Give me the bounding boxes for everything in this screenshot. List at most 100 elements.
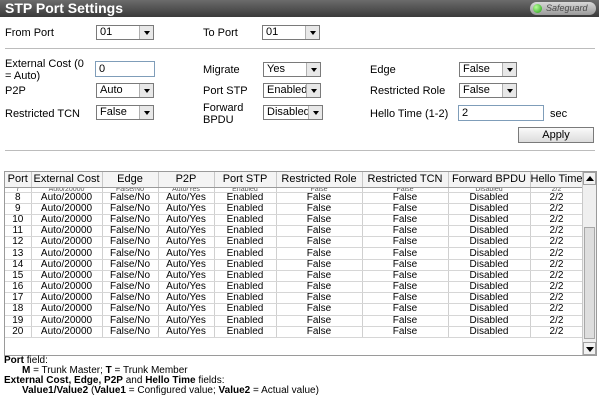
table-cell: 2/2 [530, 292, 584, 305]
table-cell: Auto/20000 [31, 292, 103, 305]
table-cell: Auto/20000 [31, 281, 103, 294]
table-cell: Auto/20000 [31, 236, 103, 249]
forward-bpdu-label: Forward BPDU [203, 102, 244, 126]
table-cell: False [276, 259, 363, 271]
table-row: 19 Auto/20000 False/No Auto/Yes Enabled False… [5, 315, 584, 327]
table-cell: Auto/20000 [31, 225, 103, 238]
table-cell: False [362, 236, 449, 249]
table-cell: 15 [5, 270, 32, 283]
table-scrollbar[interactable] [582, 172, 596, 355]
to-port-value: 01 [266, 26, 279, 38]
table-cell: 8 [5, 192, 32, 204]
table-cell: False/No [102, 225, 159, 238]
chevron-down-icon [305, 26, 319, 39]
table-cell: 2/2 [530, 236, 584, 249]
forward-bpdu-select[interactable]: Disabled [263, 105, 323, 120]
restricted-tcn-select[interactable]: False [96, 105, 154, 120]
chevron-down-icon [306, 84, 320, 97]
table-cell: False [362, 192, 449, 204]
external-cost-input[interactable]: 0 [95, 61, 155, 77]
p2p-value: Auto [100, 84, 123, 96]
table-cell: 2/2 [530, 192, 584, 204]
port-stp-label: Port STP [203, 85, 248, 97]
scroll-down-arrow-icon[interactable] [583, 342, 596, 355]
table-cell: False/No [102, 315, 159, 327]
restricted-tcn-value: False [100, 106, 127, 118]
table-cell: 2/2 [530, 303, 584, 316]
table-cell: Auto/20000 [31, 259, 103, 271]
table-cell: 13 [5, 247, 32, 260]
col-header-external-cost: External Cost [31, 172, 103, 188]
table-cell: 12 [5, 236, 32, 249]
table-cell: False/No [102, 214, 159, 227]
table-cell: False/No [102, 281, 159, 294]
chevron-down-icon [139, 26, 153, 39]
table-cell: False/No [102, 303, 159, 316]
table-cell: False [362, 225, 449, 238]
table-cell: Auto/Yes [158, 270, 215, 283]
table-cell: False [276, 225, 363, 238]
table-cell: Disabled [448, 192, 531, 204]
chevron-down-icon [139, 84, 153, 97]
divider [5, 150, 595, 151]
table-cell: Auto/Yes [158, 192, 215, 204]
table-cell: Disabled [448, 292, 531, 305]
table-cell: False [362, 292, 449, 305]
table-cell: Disabled [448, 203, 531, 215]
table-cell: Disabled [448, 303, 531, 316]
hello-time-input[interactable]: 2 [458, 105, 544, 121]
apply-button[interactable]: Apply [518, 127, 594, 143]
table-cell: Auto/Yes [158, 259, 215, 271]
chevron-down-icon [502, 84, 516, 97]
divider [5, 48, 595, 49]
chevron-down-icon [502, 63, 516, 76]
chevron-down-icon [308, 106, 322, 119]
table-cell: 18 [5, 303, 32, 316]
table-row: 11 Auto/20000 False/No Auto/Yes Enabled False… [5, 225, 584, 238]
table-cell: 2/2 [530, 225, 584, 238]
table-cell: Disabled [448, 259, 531, 271]
table-cell: 10 [5, 214, 32, 227]
table-cell: Enabled [214, 247, 277, 260]
table-row: 15 Auto/20000 False/No Auto/Yes Enabled False… [5, 270, 584, 283]
table-cell: Auto/Yes [158, 292, 215, 305]
forward-bpdu-value: Disabled [267, 106, 310, 118]
table-cell: Enabled [214, 203, 277, 215]
to-port-select[interactable]: 01 [262, 25, 320, 40]
table-cell: 16 [5, 281, 32, 294]
migrate-select[interactable]: Yes [263, 62, 321, 77]
scrollbar-thumb[interactable] [584, 227, 595, 339]
table-cell: False/No [102, 326, 159, 338]
edge-value: False [463, 63, 490, 75]
table-cell: Enabled [214, 259, 277, 271]
table-cell: Disabled [448, 281, 531, 294]
table-cell: Auto/Yes [158, 303, 215, 316]
table-cell: Auto/20000 [31, 315, 103, 327]
table-header-row: Port External Cost Edge P2P Port STP Res… [5, 172, 584, 188]
table-cell: 2/2 [530, 247, 584, 260]
table-row: 8 Auto/20000 False/No Auto/Yes Enabled False F… [5, 192, 584, 204]
scroll-up-arrow-icon[interactable] [583, 172, 596, 185]
table-cell: Auto/20000 [31, 192, 103, 204]
table-cell: False [276, 303, 363, 316]
table-cell: Auto/Yes [158, 203, 215, 215]
table-cell: Auto/Yes [158, 225, 215, 238]
table-cell: Disabled [448, 214, 531, 227]
col-header-port-stp: Port STP [214, 172, 277, 188]
table-cell: 2/2 [530, 281, 584, 294]
table-row: 12 Auto/20000 False/No Auto/Yes Enabled False… [5, 236, 584, 249]
table-cell: Auto/Yes [158, 315, 215, 327]
table-cell: Auto/Yes [158, 281, 215, 294]
table-cell: False [276, 203, 363, 215]
table-cell: False [362, 303, 449, 316]
table-cell: Disabled [448, 225, 531, 238]
table-cell: Auto/20000 [31, 326, 103, 338]
from-port-select[interactable]: 01 [96, 25, 154, 40]
port-stp-select[interactable]: Enabled [263, 83, 321, 98]
table-cell: False [362, 326, 449, 338]
restricted-role-select[interactable]: False [459, 83, 517, 98]
edge-select[interactable]: False [459, 62, 517, 77]
p2p-select[interactable]: Auto [96, 83, 154, 98]
external-cost-label: External Cost (0 = Auto) [5, 58, 84, 82]
table-cell: False [276, 281, 363, 294]
